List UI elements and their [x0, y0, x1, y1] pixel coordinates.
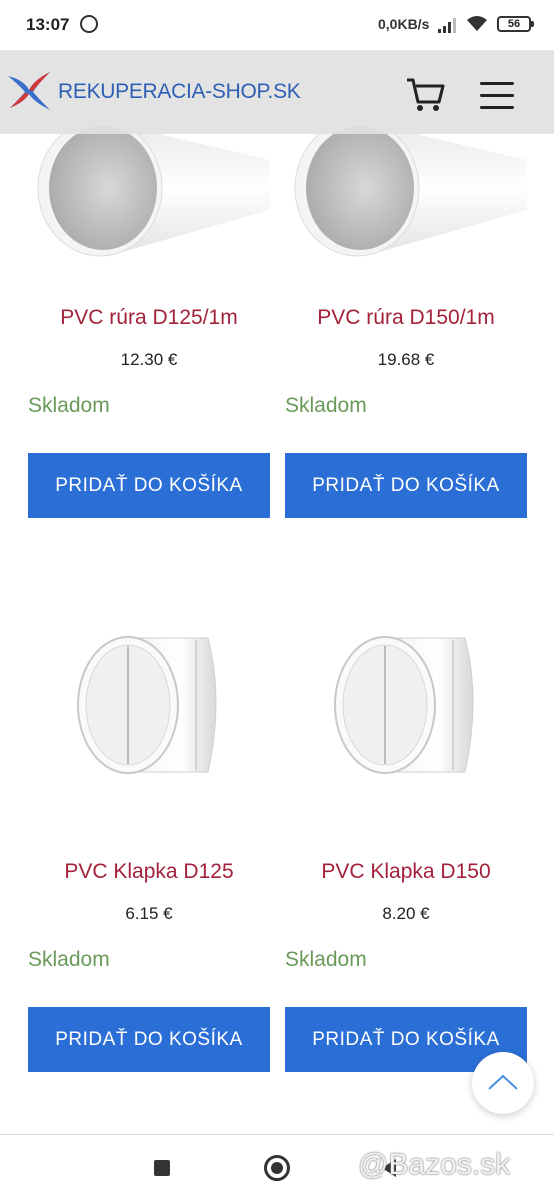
chevron-up-icon	[488, 1074, 518, 1090]
battery-icon: 56	[497, 16, 534, 32]
add-to-cart-button[interactable]: PRIDAŤ DO KOŠÍKA	[285, 453, 527, 518]
logo-icon[interactable]	[4, 66, 54, 114]
product-name[interactable]: PVC rúra D125/1m	[28, 306, 270, 330]
product-name[interactable]: PVC rúra D150/1m	[285, 306, 527, 330]
wifi-icon	[467, 16, 487, 31]
stock-status: Skladom	[28, 394, 110, 417]
product-card: PVC Klapka D125 6.15 € Skladom PRIDAŤ DO…	[28, 610, 270, 1075]
site-header: REKUPERACIA-SHOP.SK	[0, 50, 554, 134]
logo-text[interactable]: REKUPERACIA-SHOP.SK	[58, 80, 301, 104]
add-to-cart-button[interactable]: PRIDAŤ DO KOŠÍKA	[28, 1007, 270, 1072]
status-bar: 13:07 0,0KB/s 56	[0, 0, 554, 50]
watermark: @Bazos.sk	[358, 1148, 511, 1181]
hamburger-menu-icon[interactable]	[480, 80, 514, 110]
product-name[interactable]: PVC Klapka D125	[28, 860, 270, 884]
product-price: 19.68 €	[377, 350, 435, 369]
product-price: 12.30 €	[120, 350, 178, 369]
product-card: PVC rúra D125/1m 12.30 € Skladom PRIDAŤ …	[28, 100, 270, 520]
signal-icon	[438, 18, 456, 33]
stock-status: Skladom	[28, 948, 110, 971]
product-price: 6.15 €	[125, 904, 173, 923]
product-card: PVC Klapka D150 8.20 € Skladom PRIDAŤ DO…	[285, 610, 527, 1075]
cart-icon[interactable]	[405, 76, 447, 114]
clock: 13:07	[26, 15, 70, 34]
product-image[interactable]	[28, 610, 270, 810]
stock-status: Skladom	[285, 948, 367, 971]
recent-apps-icon[interactable]	[154, 1160, 170, 1176]
product-price: 8.20 €	[382, 904, 430, 923]
whatsapp-icon	[80, 15, 98, 33]
network-speed: 0,0KB/s	[378, 16, 430, 32]
product-card: PVC rúra D150/1m 19.68 € Skladom PRIDAŤ …	[285, 100, 527, 520]
product-image[interactable]	[285, 610, 527, 810]
home-icon[interactable]	[264, 1155, 290, 1181]
scroll-to-top-button[interactable]	[472, 1052, 534, 1114]
product-name[interactable]: PVC Klapka D150	[285, 860, 527, 884]
stock-status: Skladom	[285, 394, 367, 417]
add-to-cart-button[interactable]: PRIDAŤ DO KOŠÍKA	[28, 453, 270, 518]
